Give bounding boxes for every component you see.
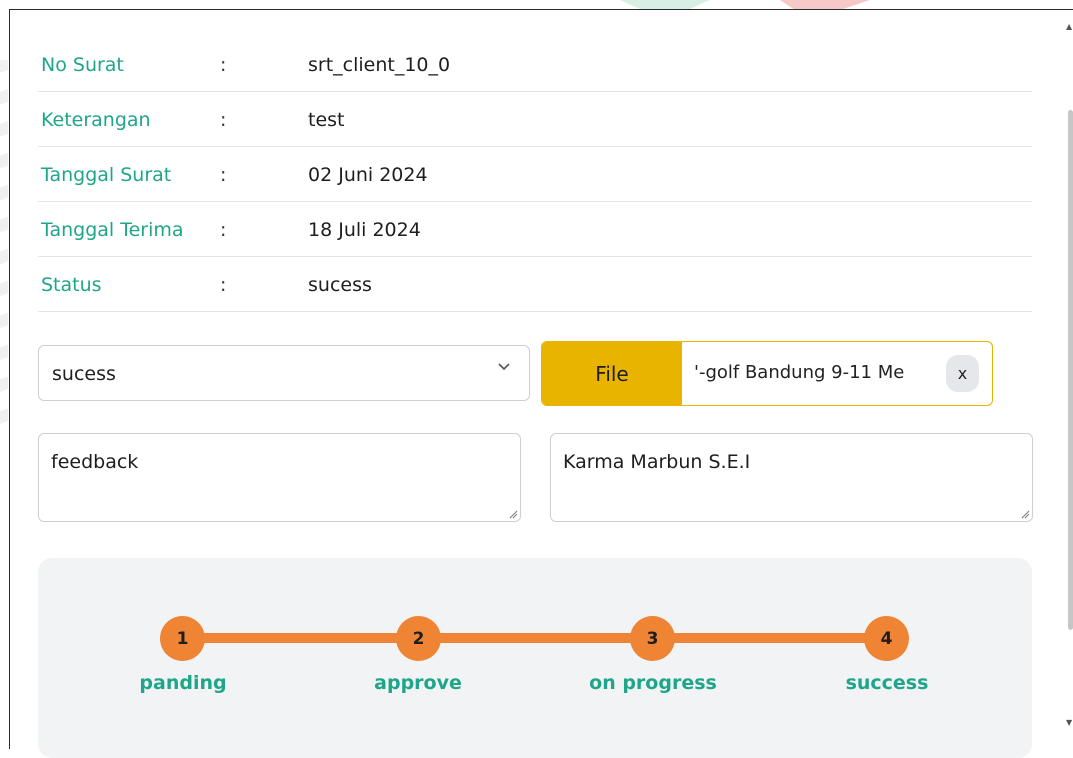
- step-circle-1: 1: [160, 616, 205, 661]
- file-input[interactable]: File '-golf Bandung 9-11 Me x: [541, 341, 993, 406]
- detail-label: No Surat: [41, 54, 124, 76]
- detail-colon: :: [220, 164, 227, 186]
- detail-value: test: [308, 109, 345, 131]
- file-button[interactable]: File: [542, 342, 682, 405]
- step-label-2: approve: [374, 672, 462, 694]
- scroll-down-icon[interactable]: ▼: [1066, 718, 1072, 727]
- detail-row-no-surat: No Surat : srt_client_10_0: [38, 37, 1032, 92]
- step-label-4: success: [845, 672, 929, 694]
- file-name: '-golf Bandung 9-11 Me: [694, 362, 905, 383]
- detail-colon: :: [220, 109, 227, 131]
- scroll-up-icon[interactable]: ▲: [1066, 22, 1072, 31]
- name-text: Karma Marbun S.E.I: [563, 451, 751, 473]
- progress-track: [183, 633, 886, 643]
- detail-value: 18 Juli 2024: [308, 219, 421, 241]
- detail-label: Tanggal Terima: [41, 219, 184, 241]
- scrollbar-thumb[interactable]: [1068, 110, 1073, 630]
- background-decoration: [0, 60, 8, 440]
- step-label-3: on progress: [589, 672, 717, 694]
- clear-file-button[interactable]: x: [946, 355, 979, 392]
- step-circle-2: 2: [396, 616, 441, 661]
- detail-row-tanggal-surat: Tanggal Surat : 02 Juni 2024: [38, 147, 1032, 202]
- resize-handle-icon[interactable]: [1020, 509, 1030, 519]
- name-textarea[interactable]: Karma Marbun S.E.I: [550, 433, 1033, 522]
- feedback-textarea[interactable]: feedback: [38, 433, 521, 522]
- status-select[interactable]: sucess: [38, 345, 530, 401]
- resize-handle-icon[interactable]: [508, 509, 518, 519]
- step-circle-4: 4: [864, 616, 909, 661]
- detail-value: srt_client_10_0: [308, 54, 451, 76]
- detail-row-keterangan: Keterangan : test: [38, 92, 1032, 147]
- detail-colon: :: [220, 54, 227, 76]
- detail-label: Keterangan: [41, 109, 151, 131]
- detail-label: Tanggal Surat: [41, 164, 172, 186]
- detail-value: sucess: [308, 274, 372, 296]
- detail-label: Status: [41, 274, 102, 296]
- detail-colon: :: [220, 219, 227, 241]
- chevron-down-icon: [498, 363, 510, 371]
- step-label-1: panding: [139, 672, 227, 694]
- detail-row-status: Status : sucess: [38, 257, 1032, 312]
- step-circle-3: 3: [630, 616, 675, 661]
- detail-colon: :: [220, 274, 227, 296]
- feedback-text: feedback: [51, 451, 139, 473]
- detail-row-tanggal-terima: Tanggal Terima : 18 Juli 2024: [38, 202, 1032, 257]
- detail-value: 02 Juni 2024: [308, 164, 428, 186]
- status-select-value: sucess: [52, 363, 116, 385]
